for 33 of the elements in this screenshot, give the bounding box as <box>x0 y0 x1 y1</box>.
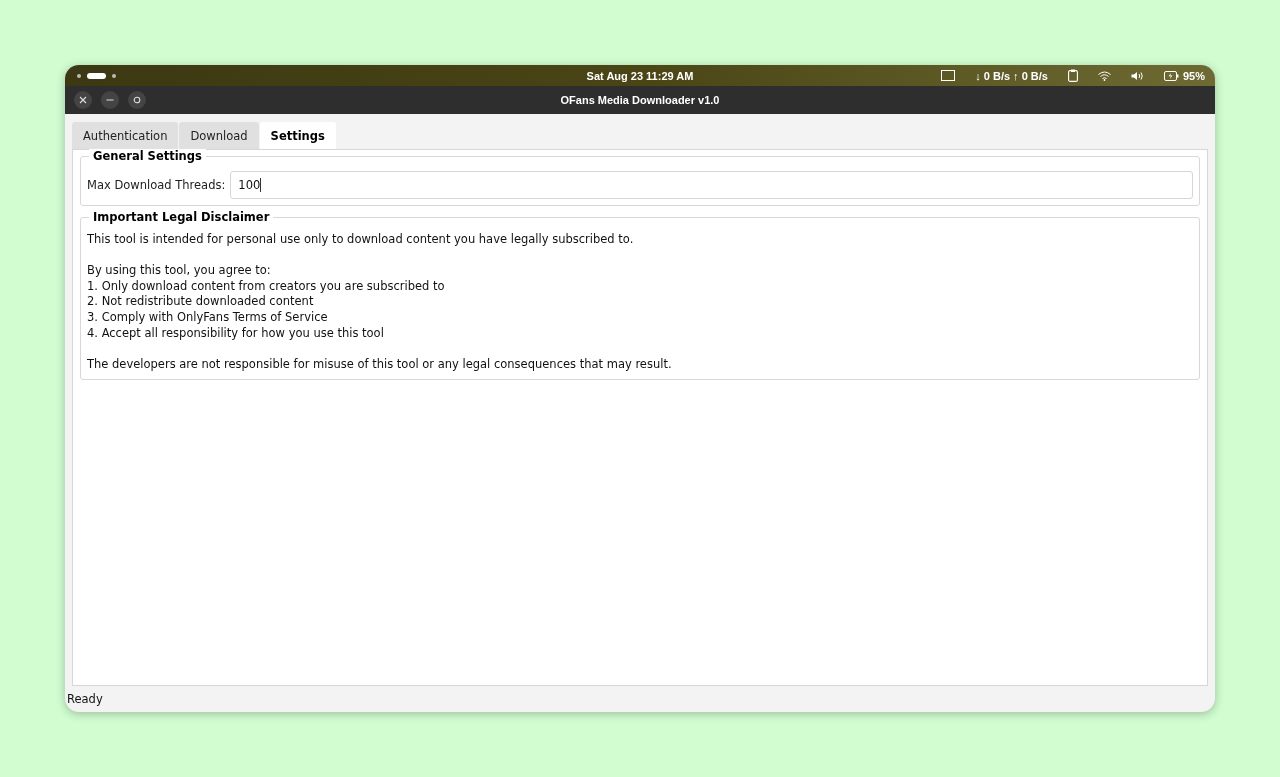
window-title: OFans Media Downloader v1.0 <box>560 94 720 106</box>
list-item: 3. Comply with OnlyFans Terms of Service <box>87 309 329 326</box>
close-icon <box>79 96 87 104</box>
disclaimer-text: This tool is intended for personal use only to download content you have legally subscribed to. <box>87 232 635 248</box>
group-title: Important Legal Disclaimer <box>89 210 274 224</box>
clock[interactable]: Sat Aug 23 11:29 AM <box>586 69 694 82</box>
list-item: 4. Accept all responsibility for how you use this tool <box>87 325 385 342</box>
volume-icon[interactable] <box>1130 70 1144 81</box>
list-item: 2. Not redistribute downloaded content <box>87 294 315 310</box>
wifi-icon[interactable] <box>1097 70 1111 81</box>
tab[interactable]: Authentication <box>72 122 179 149</box>
workspace-dot-icon[interactable] <box>112 73 116 78</box>
list-item: 1. Only download content from creators you are subscribed to <box>87 278 446 295</box>
tab[interactable]: Download <box>179 122 259 149</box>
minimize-button[interactable] <box>101 91 119 109</box>
maximize-button[interactable] <box>128 91 146 109</box>
active-workspace-icon[interactable] <box>87 72 106 79</box>
network-speed: ↓ 0 B/s ↑ 0 B/s <box>975 69 1048 82</box>
clipboard-icon[interactable] <box>1067 69 1078 82</box>
status-text: Ready <box>67 692 103 706</box>
battery-icon[interactable] <box>1163 70 1179 81</box>
tab[interactable]: Settings <box>259 122 336 149</box>
threads-input-field[interactable]: 100 <box>230 171 1193 199</box>
disclaimer-text: The developers are not responsible for misuse of this tool or any legal consequences that may result. <box>87 356 673 373</box>
battery-percent: 95% <box>1182 69 1205 82</box>
field-label: Max Download Threads: <box>87 178 226 192</box>
workspace-dot-icon[interactable] <box>77 73 81 78</box>
group-title: General Settings <box>89 149 206 163</box>
restore-icon <box>133 96 141 104</box>
window-icon[interactable] <box>941 70 956 81</box>
disclaimer-text: By using this tool, you agree to: <box>87 263 272 279</box>
minimize-icon <box>106 99 114 101</box>
close-button[interactable] <box>74 91 92 109</box>
